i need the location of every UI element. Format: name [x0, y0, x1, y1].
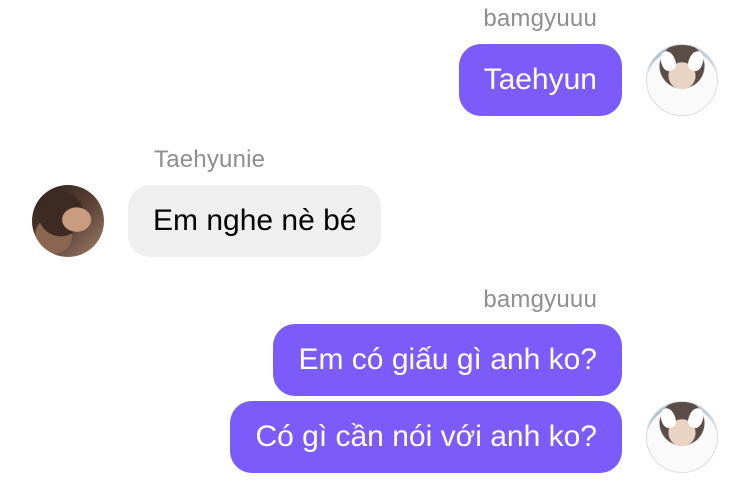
- hood-ear-icon: [686, 406, 706, 430]
- avatar[interactable]: [646, 401, 718, 473]
- hood-ear-icon: [658, 406, 678, 430]
- message-bubble-outgoing[interactable]: Em có giấu gì anh ko?: [273, 324, 622, 396]
- sender-name: bamgyuuu: [483, 286, 597, 313]
- message-bubble-incoming[interactable]: Em nghe nè bé: [128, 185, 382, 257]
- hood-ear-icon: [658, 49, 678, 73]
- message-bubble-outgoing[interactable]: Taehyun: [458, 44, 622, 116]
- message-bubble-outgoing[interactable]: Có gì cần nói với anh ko?: [230, 401, 622, 473]
- chat-thread: bamgyuuu Taehyun Taehyunie Em nghe nè bé…: [0, 0, 750, 493]
- sender-name: Taehyunie: [154, 146, 266, 173]
- hood-ear-icon: [686, 49, 706, 73]
- avatar[interactable]: [32, 185, 104, 257]
- sender-name: bamgyuuu: [483, 5, 597, 32]
- avatar[interactable]: [646, 44, 718, 116]
